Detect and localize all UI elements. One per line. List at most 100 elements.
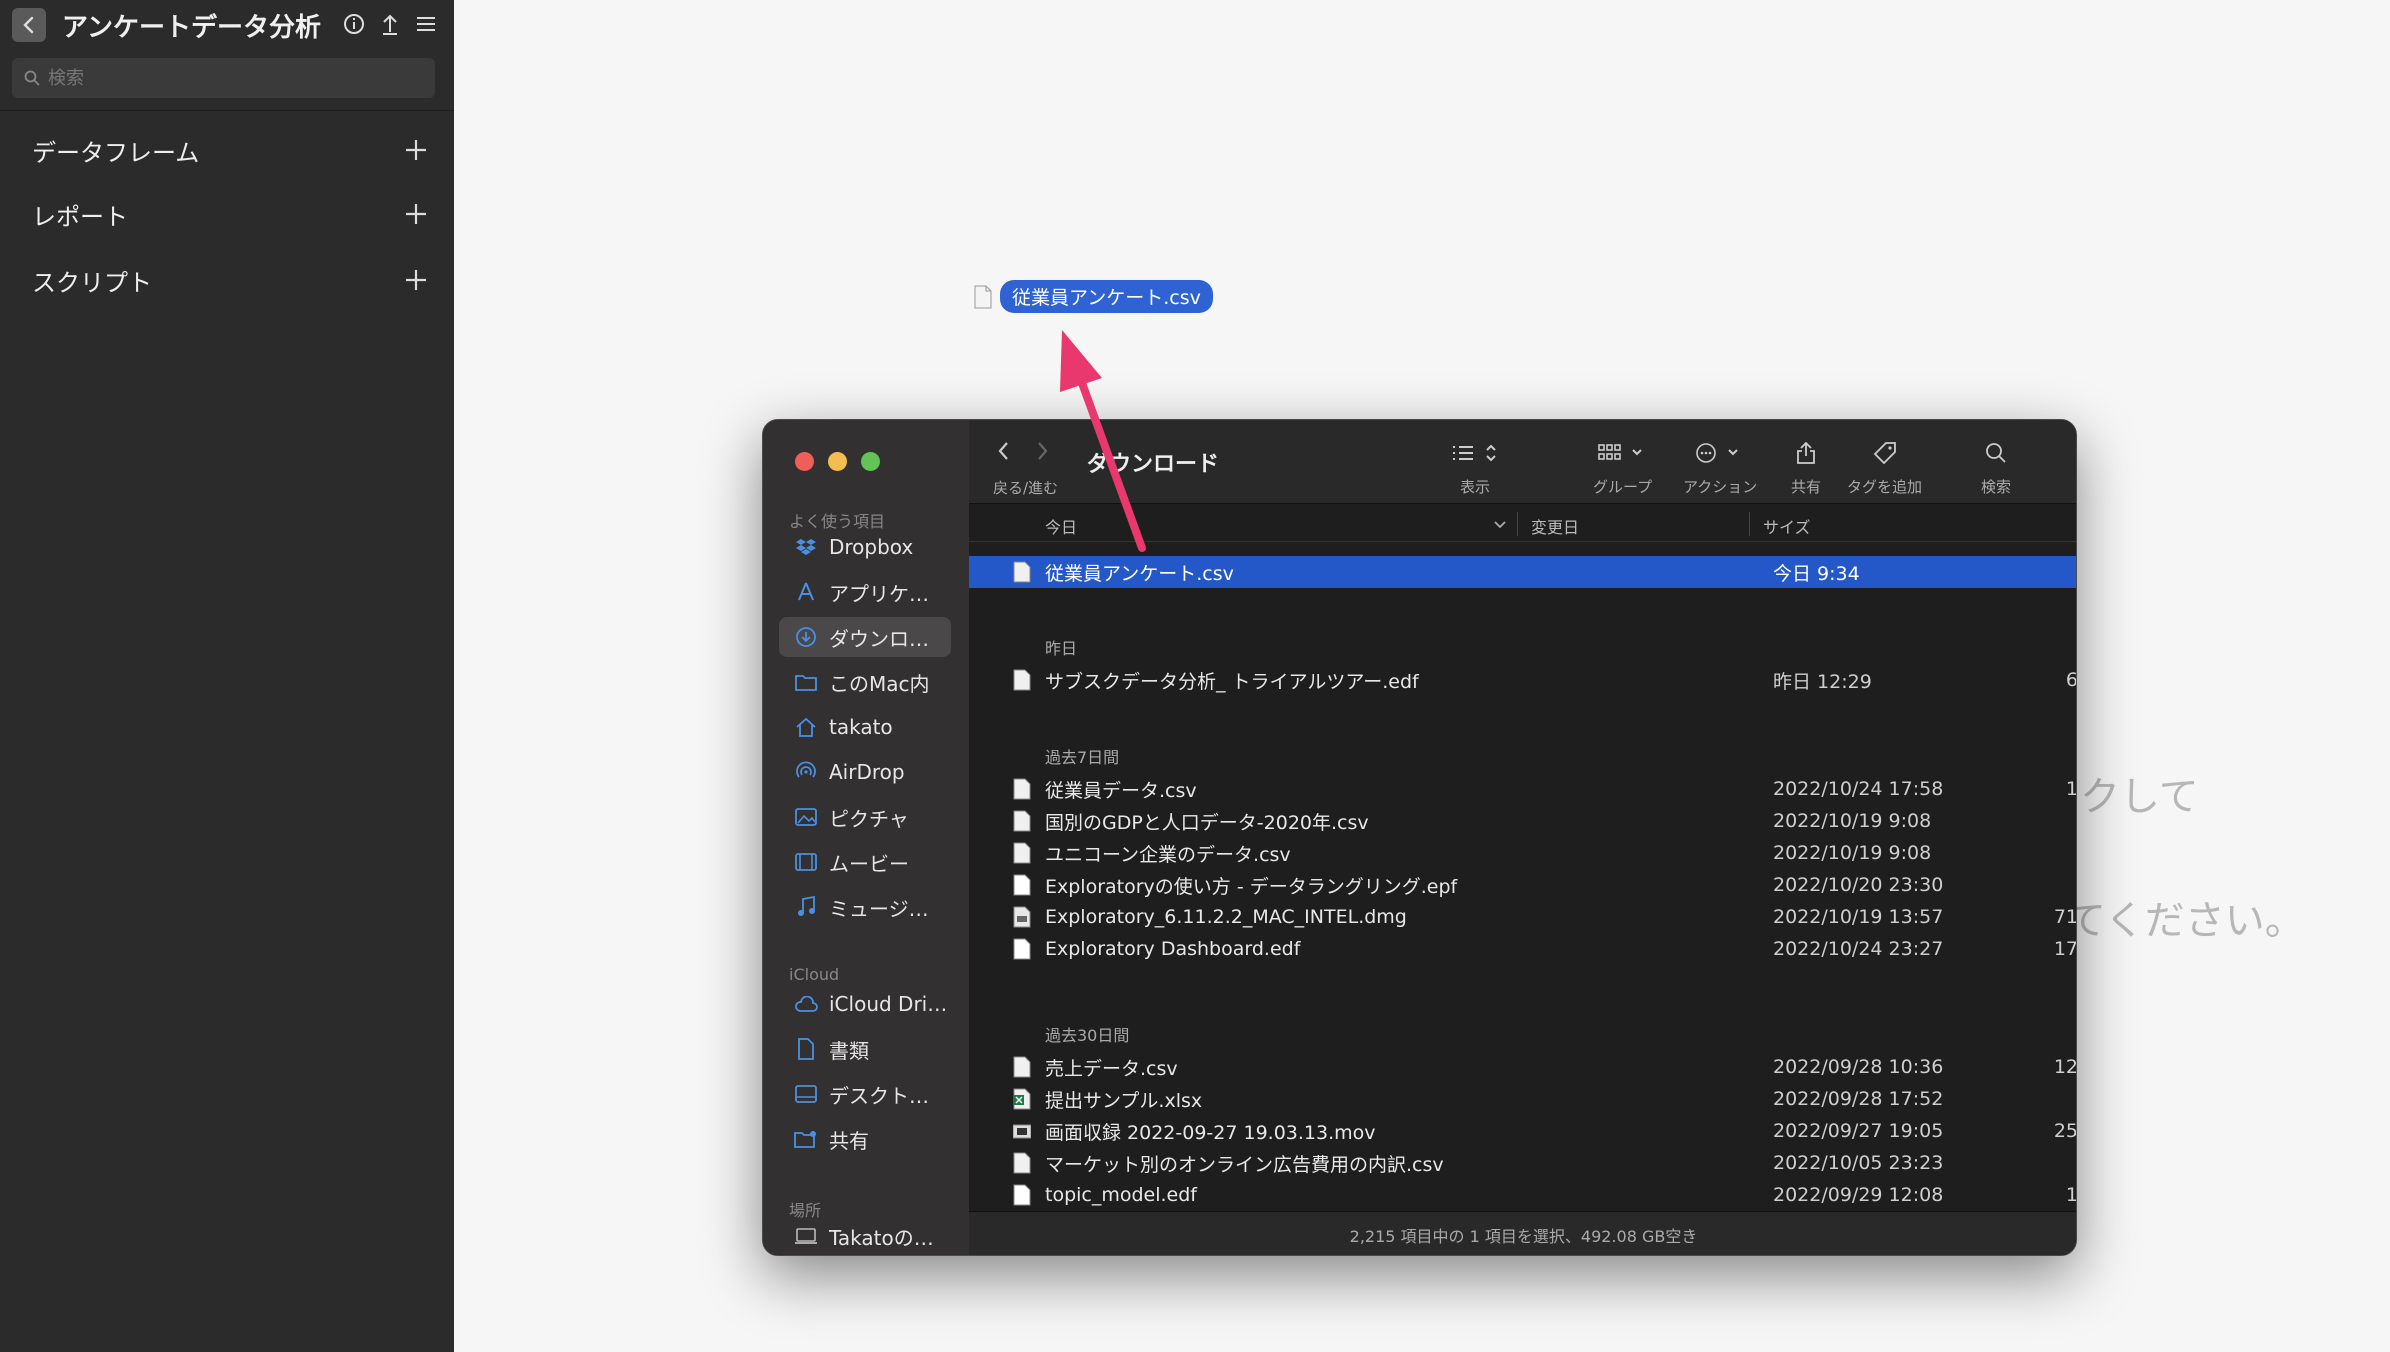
sidebar-item-movies[interactable]: ムービー (779, 842, 951, 882)
document-icon (1013, 1184, 1031, 1206)
file-row[interactable]: 提出サンプル.xlsx 2022/09/28 17:52 (969, 1083, 2076, 1115)
document-icon (1013, 561, 1031, 583)
file-row[interactable]: 国別のGDPと人口データ-2020年.csv 2022/10/19 9:08 (969, 805, 2076, 837)
file-date: 2022/09/29 12:08 (1773, 1184, 1944, 1206)
plus-icon[interactable] (400, 264, 432, 296)
file-row[interactable]: Exploratoryの使い方 - データラングリング.epf 2022/10/… (969, 869, 2076, 901)
action-button[interactable]: アクション (1683, 438, 1757, 497)
column-separator (1517, 512, 1518, 536)
sidebar-item-documents[interactable]: 書類 (779, 1029, 951, 1069)
column-header: 今日 変更日 サイズ (969, 506, 2076, 542)
menu-icon[interactable] (414, 10, 438, 38)
minimize-button[interactable] (828, 452, 847, 471)
file-row[interactable]: 画面収録 2022-09-27 19.03.13.mov 2022/09/27 … (969, 1115, 2076, 1147)
finder-window: よく使う項目 Dropbox アプリケ… ダウンロ… このMac内 takato… (762, 419, 2077, 1256)
sidebar-item-label: Dropbox (829, 535, 914, 559)
file-name: 画面収録 2022-09-27 19.03.13.mov (1045, 1121, 1376, 1144)
file-date: 2022/10/19 9:08 (1773, 842, 1932, 864)
upload-icon[interactable] (378, 10, 402, 38)
movies-icon (793, 849, 819, 875)
file-name: 従業員データ.csv (1045, 779, 1197, 802)
desktop-icon (793, 1081, 819, 1107)
sidebar-item-shared[interactable]: 共有 (779, 1119, 951, 1159)
file-date: 2022/10/24 17:58 (1773, 778, 1944, 800)
sidebar-divider (0, 110, 454, 111)
info-icon[interactable] (342, 10, 366, 38)
file-name: topic_model.edf (1045, 1184, 1197, 1206)
finder-toolbar: 戻る/進む ダウンロード 表示 グループ アクション 共有 タグを追加 検索 (969, 420, 2076, 504)
status-bar: 2,215 項目中の 1 項目を選択、492.08 GB空き (969, 1211, 2076, 1255)
zoom-button[interactable] (861, 452, 880, 471)
sidebar-item-applications[interactable]: アプリケ… (779, 572, 951, 612)
section-dataframe[interactable]: データフレーム (0, 120, 454, 180)
sidebar-item-label: iCloud Dri… (829, 992, 948, 1016)
dragged-file[interactable]: 従業員アンケート.csv (974, 280, 1213, 313)
column-date[interactable]: 変更日 (1531, 514, 1579, 538)
file-size: 71 (2053, 906, 2077, 928)
applications-icon (793, 579, 819, 605)
view-label: 表示 (1459, 478, 1490, 496)
file-date: 2022/10/19 9:08 (1773, 810, 1932, 832)
sidebar-item-desktop[interactable]: デスクト… (779, 1074, 951, 1114)
tag-label: タグを追加 (1847, 478, 1923, 496)
view-button[interactable]: 表示 (1451, 438, 1499, 497)
file-row[interactable]: Exploratory Dashboard.edf 2022/10/24 23:… (969, 933, 2077, 965)
file-size: 12 (2053, 1056, 2077, 1078)
sort-chevron-icon[interactable] (1493, 520, 1507, 530)
section-script[interactable]: スクリプト (0, 250, 454, 310)
file-row[interactable]: Exploratory_6.11.2.2_MAC_INTEL.dmg 2022/… (969, 901, 2077, 933)
sidebar-item-icloud-drive[interactable]: iCloud Dri… (779, 984, 951, 1024)
cloud-icon (793, 991, 819, 1017)
file-date: 昨日 12:29 (1773, 670, 1872, 693)
search-field[interactable] (12, 58, 435, 98)
sidebar-item-music[interactable]: ミュージ… (779, 887, 951, 927)
search-label: 検索 (1981, 478, 2012, 496)
forward-arrow-icon[interactable] (1035, 440, 1049, 462)
back-arrow-icon[interactable] (997, 440, 1011, 462)
column-separator (1749, 512, 1750, 536)
search-input[interactable] (48, 67, 408, 89)
sidebar-item-dropbox[interactable]: Dropbox (779, 527, 951, 567)
file-size: 17 (2053, 938, 2077, 960)
column-name[interactable]: 今日 (1045, 514, 1077, 538)
file-name: Exploratory Dashboard.edf (1045, 938, 1301, 960)
file-size: 1 (2065, 778, 2077, 800)
sidebar-item-label: このMac内 (829, 671, 930, 696)
document-icon (1013, 842, 1031, 864)
back-button[interactable] (12, 8, 46, 42)
ellipsis-icon (1695, 438, 1745, 468)
file-row[interactable]: 従業員アンケート.csv 今日 9:34 (969, 556, 2076, 588)
plus-icon[interactable] (400, 134, 432, 166)
file-name: サブスクデータ分析_ トライアルツアー.edf (1045, 670, 1419, 693)
file-row[interactable]: ユニコーン企業のデータ.csv 2022/10/19 9:08 (969, 837, 2076, 869)
file-row[interactable]: 売上データ.csv 2022/09/28 10:36 12 (969, 1051, 2077, 1083)
drop-hint-line1: クして (2080, 774, 2199, 820)
tag-button[interactable]: タグを追加 (1847, 438, 1922, 497)
file-row[interactable]: サブスクデータ分析_ トライアルツアー.edf 昨日 12:29 6 (969, 664, 2076, 696)
sidebar-item-downloads[interactable]: ダウンロ… (779, 617, 951, 657)
document-icon (793, 1036, 819, 1062)
search-button[interactable]: 検索 (1981, 438, 2011, 497)
file-row[interactable]: 従業員データ.csv 2022/10/24 17:58 1 (969, 773, 2077, 805)
section-label: レポート (32, 202, 128, 231)
file-name: 提出サンプル.xlsx (1045, 1089, 1203, 1112)
group-button[interactable]: グループ (1593, 438, 1652, 497)
column-size[interactable]: サイズ (1763, 514, 1811, 538)
file-name: Exploratory_6.11.2.2_MAC_INTEL.dmg (1045, 906, 1407, 928)
section-report[interactable]: レポート (0, 184, 454, 244)
action-label: アクション (1683, 478, 1758, 496)
document-icon (1013, 874, 1031, 896)
file-row[interactable]: topic_model.edf 2022/09/29 12:08 1 (969, 1179, 2076, 1211)
sidebar-item-this-mac[interactable]: このMac内 (779, 662, 951, 702)
sidebar-item-pictures[interactable]: ピクチャ (779, 797, 951, 837)
file-date: 2022/09/27 19:05 (1773, 1120, 1944, 1142)
share-button[interactable]: 共有 (1791, 438, 1821, 497)
nav-label: 戻る/進む (993, 479, 1059, 497)
close-button[interactable] (795, 452, 814, 471)
sidebar-item-home[interactable]: takato (779, 707, 951, 747)
sidebar-item-mac-device[interactable]: Takatoの… (779, 1216, 951, 1255)
sidebar-item-airdrop[interactable]: AirDrop (779, 752, 951, 792)
file-row[interactable]: マーケット別のオンライン広告費用の内訳.csv 2022/10/05 23:23 (969, 1147, 2076, 1179)
share-icon (1796, 438, 1816, 468)
plus-icon[interactable] (400, 198, 432, 230)
